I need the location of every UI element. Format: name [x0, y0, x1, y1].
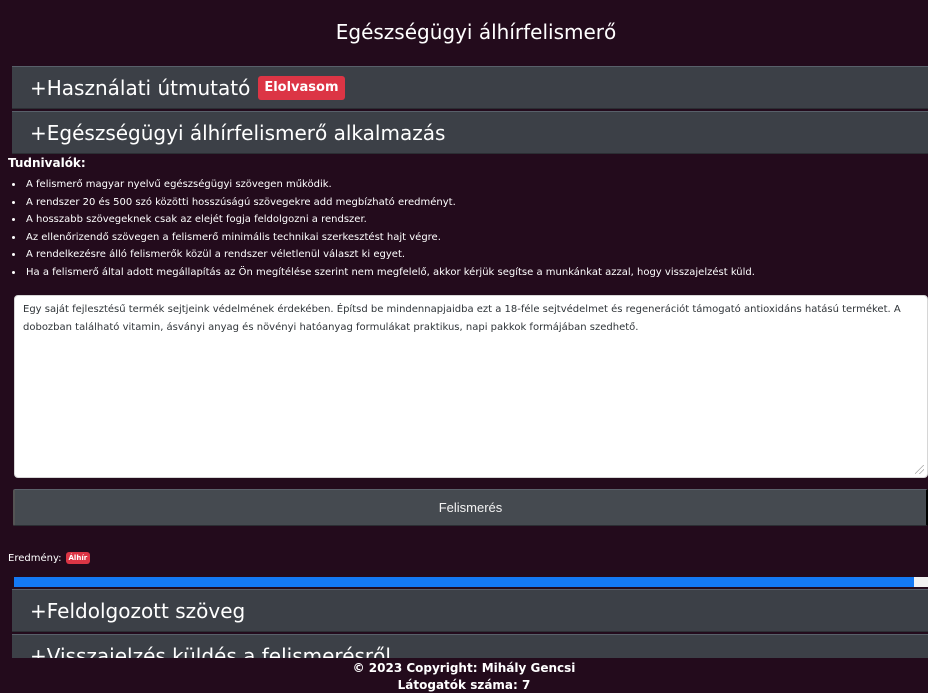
- result-progress-bar: [14, 577, 928, 587]
- note-item: A felismerő magyar nyelvű egészségügyi s…: [24, 176, 928, 194]
- result-line: Eredmény: Álhír: [8, 552, 91, 564]
- footer: © 2023 Copyright: Mihály Gencsi Látogató…: [0, 658, 928, 693]
- guide-section-toggle[interactable]: +Használati útmutató Elolvasom: [12, 66, 928, 109]
- copyright-text: © 2023 Copyright: Mihály Gencsi: [352, 661, 576, 675]
- result-progress-fill: [14, 577, 915, 587]
- note-item: A rendelkezésre álló felismerők közül a …: [24, 246, 928, 264]
- note-item: A hosszabb szövegeknek csak az elejét fo…: [24, 211, 928, 229]
- text-input-panel: [14, 295, 928, 478]
- health-text-input[interactable]: [23, 301, 919, 472]
- page-title: Egészségügyi álhírfelismerő: [335, 20, 617, 44]
- resize-handle-icon[interactable]: [915, 465, 924, 474]
- notes-list: A felismerő magyar nyelvű egészségügyi s…: [8, 176, 928, 281]
- result-label: Eredmény:: [8, 552, 62, 564]
- recognize-button[interactable]: Felismerés: [13, 489, 928, 526]
- app-window: Egészségügyi álhírfelismerő +Használati …: [0, 0, 928, 693]
- top-navbar: Egészségügyi álhírfelismerő: [8, 0, 928, 64]
- note-item: Az ellenőrizendő szövegen a felismerő mi…: [24, 229, 928, 247]
- result-badge: Álhír: [65, 552, 91, 564]
- processed-text-section-toggle[interactable]: +Feldolgozott szöveg: [12, 589, 928, 632]
- app-section-title: +Egészségügyi álhírfelismerő alkalmazás: [30, 120, 446, 145]
- note-item: Ha a felismerő által adott megállapítás …: [24, 264, 928, 282]
- note-item: A rendszer 20 és 500 szó közötti hosszús…: [24, 194, 928, 212]
- visitor-count: Látogatók száma: 7: [397, 678, 531, 692]
- notes-title: Tudnivalók:: [8, 156, 86, 170]
- read-guide-badge[interactable]: Elolvasom: [258, 75, 345, 100]
- processed-text-section-title: +Feldolgozott szöveg: [30, 598, 246, 623]
- app-section-toggle[interactable]: +Egészségügyi álhírfelismerő alkalmazás: [12, 111, 928, 154]
- guide-section-title: +Használati útmutató: [30, 75, 251, 100]
